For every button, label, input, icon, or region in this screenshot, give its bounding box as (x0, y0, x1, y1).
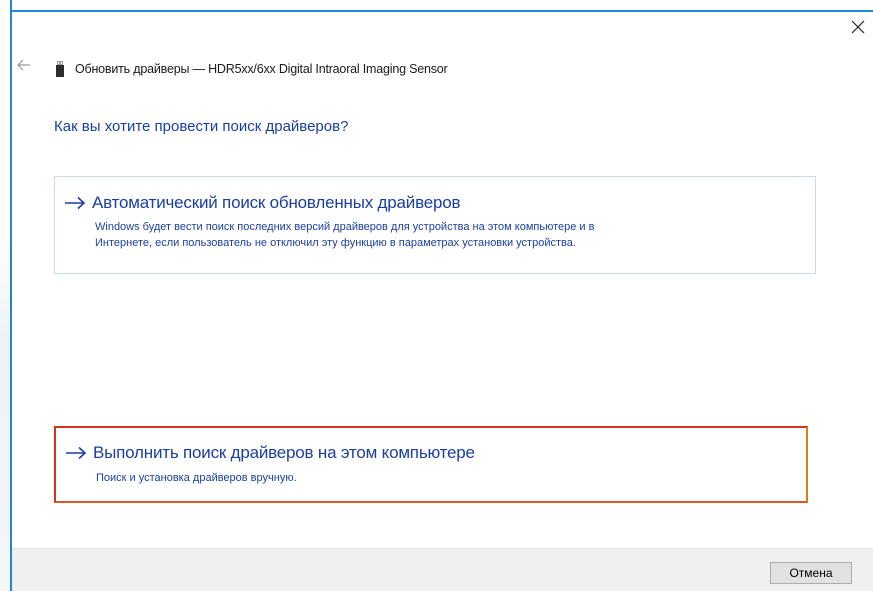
auto-search-description-line2: Интернете, если пользователь не отключил… (95, 237, 576, 249)
page-question: Как вы хотите провести поиск драйверов? (54, 118, 349, 135)
browse-computer-title: Выполнить поиск драйверов на этом компью… (93, 443, 475, 462)
close-icon (851, 20, 865, 34)
update-drivers-dialog: Обновить драйверы — HDR5xx/6xx Digital I… (0, 0, 873, 591)
right-arrow-icon (64, 196, 86, 210)
browse-computer-description: Поиск и установка драйверов вручную. (96, 470, 297, 486)
auto-search-description-line1: Windows будет вести поиск последних верс… (95, 221, 595, 233)
auto-search-title: Автоматический поиск обновленных драйвер… (92, 193, 461, 212)
window-border-left (10, 0, 12, 591)
title-row: Обновить драйверы — HDR5xx/6xx Digital I… (54, 59, 448, 79)
browse-computer-option[interactable]: Выполнить поиск драйверов на этом компью… (54, 426, 808, 503)
browse-computer-heading: Выполнить поиск драйверов на этом компью… (65, 443, 475, 463)
back-button[interactable] (15, 56, 33, 74)
browse-computer-description-line1: Поиск и установка драйверов вручную. (96, 472, 297, 484)
back-arrow-icon (17, 59, 30, 71)
right-arrow-icon (65, 446, 87, 460)
window-title: Обновить драйверы — HDR5xx/6xx Digital I… (75, 62, 448, 76)
close-button[interactable] (843, 13, 873, 41)
auto-search-heading: Автоматический поиск обновленных драйвер… (64, 193, 461, 213)
dialog-footer (12, 548, 873, 591)
auto-search-description: Windows будет вести поиск последних верс… (95, 219, 594, 251)
auto-search-option[interactable]: Автоматический поиск обновленных драйвер… (54, 176, 816, 274)
window-border-top (10, 10, 873, 12)
usb-device-icon (54, 61, 66, 77)
cancel-button[interactable]: Отмена (770, 562, 852, 584)
